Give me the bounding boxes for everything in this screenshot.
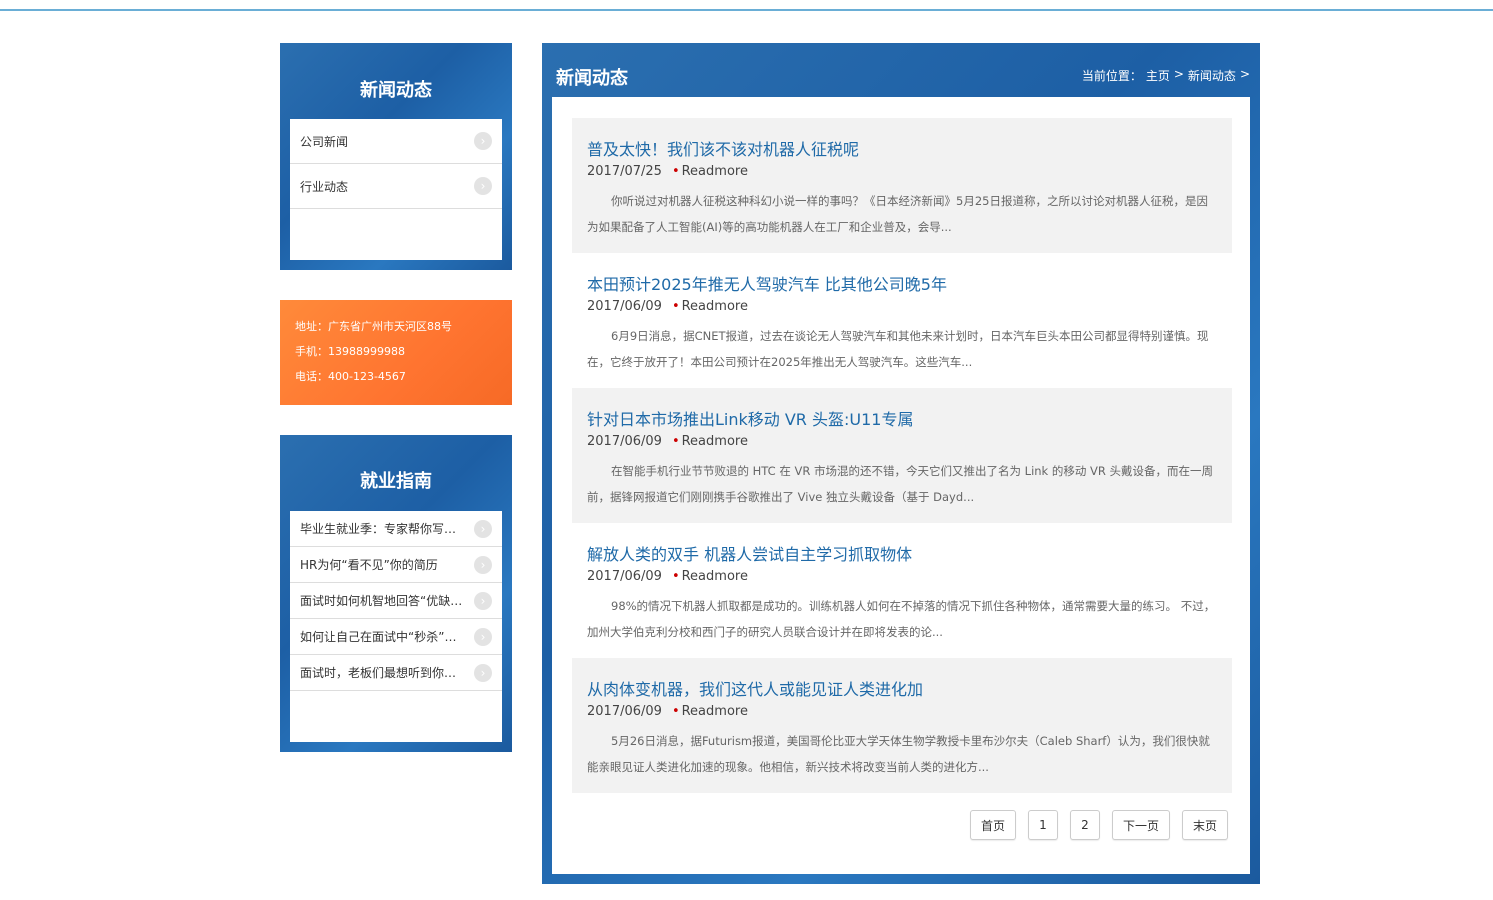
sidebar-item-label: 面试时，老板们最想听到你问什么 — [300, 666, 468, 680]
chevron-right-icon: › — [474, 555, 492, 574]
sidebar-jobs-list: 毕业生就业季：专家帮你写求职信 › HR为何“看不见”你的简历 › 面试时如何机… — [290, 511, 502, 742]
list-item[interactable]: 针对日本市场推出Link移动 VR 头盔:U11专属 2017/06/09 Re… — [572, 388, 1232, 523]
sidebar-job-item[interactable]: 如何让自己在面试中“秒杀”对手 › — [290, 619, 502, 655]
readmore-link[interactable]: Readmore — [672, 299, 748, 314]
breadcrumb-separator: > — [1239, 67, 1250, 81]
readmore-link[interactable]: Readmore — [672, 569, 748, 584]
contact-address: 地址：广东省广州市天河区88号 — [295, 320, 452, 333]
sidebar-item-label: HR为何“看不见”你的简历 — [300, 558, 438, 572]
contact-mobile: 手机：13988999988 — [295, 345, 405, 358]
sidebar-item-label: 公司新闻 — [300, 134, 349, 149]
article-meta: 2017/06/09 Readmore — [587, 299, 748, 314]
page-title: 新闻动态 — [556, 68, 628, 89]
sidebar-jobs-title: 就业指南 — [360, 471, 432, 492]
sidebar-jobs-panel: 就业指南 毕业生就业季：专家帮你写求职信 › HR为何“看不见”你的简历 › 面… — [280, 435, 512, 752]
article-summary: 你听说过对机器人征税这种科幻小说一样的事吗？《日本经济新闻》5月25日报道称，之… — [587, 194, 1208, 234]
article-title-link[interactable]: 解放人类的双手 机器人尝试自主学习抓取物体 — [587, 541, 912, 565]
contact-phone: 电话：400-123-4567 — [295, 370, 406, 383]
readmore-link[interactable]: Readmore — [672, 164, 748, 179]
sidebar-job-item[interactable]: 面试时，老板们最想听到你问什么 › — [290, 655, 502, 691]
sidebar-job-item[interactable]: 毕业生就业季：专家帮你写求职信 › — [290, 511, 502, 547]
pagination: 首页 1 2 下一页 末页 — [969, 810, 1228, 840]
article-list: 普及太快！我们该不该对机器人征税呢 2017/07/25 Readmore 你听… — [552, 97, 1250, 874]
article-title-link[interactable]: 本田预计2025年推无人驾驶汽车 比其他公司晚5年 — [587, 271, 947, 295]
article-date: 2017/06/09 — [587, 299, 662, 314]
page-2-button[interactable]: 2 — [1069, 810, 1100, 840]
chevron-right-icon: › — [474, 132, 492, 150]
breadcrumb-home-link[interactable]: 主页 — [1146, 67, 1170, 84]
article-meta: 2017/07/25 Readmore — [587, 164, 748, 179]
article-meta: 2017/06/09 Readmore — [587, 434, 748, 449]
next-page-button[interactable]: 下一页 — [1111, 810, 1170, 840]
sidebar-item-label: 行业动态 — [300, 179, 349, 194]
article-date: 2017/07/25 — [587, 164, 662, 179]
readmore-link[interactable]: Readmore — [672, 704, 748, 719]
article-summary: 98%的情况下机器人抓取都是成功的。训练机器人如何在不掉落的情况下抓住各种物体，… — [587, 599, 1216, 639]
top-divider — [0, 9, 1493, 11]
chevron-right-icon: › — [474, 591, 492, 610]
article-title-link[interactable]: 从肉体变机器，我们这代人或能见证人类进化加 — [587, 676, 923, 700]
article-summary: 6月9日消息，据CNET报道，过去在谈论无人驾驶汽车和其他未来计划时，日本汽车巨… — [587, 329, 1209, 369]
article-date: 2017/06/09 — [587, 704, 662, 719]
sidebar-job-item[interactable]: HR为何“看不见”你的简历 › — [290, 547, 502, 583]
sidebar-item-industry-news[interactable]: 行业动态 › — [290, 164, 502, 209]
article-summary: 在智能手机行业节节败退的 HTC 在 VR 市场混的还不错，今天它们又推出了名为… — [587, 464, 1214, 504]
sidebar-news-title: 新闻动态 — [360, 80, 432, 101]
contact-panel: 地址：广东省广州市天河区88号 手机：13988999988 电话：400-12… — [280, 300, 512, 405]
list-item[interactable]: 从肉体变机器，我们这代人或能见证人类进化加 2017/06/09 Readmor… — [572, 658, 1232, 793]
article-meta: 2017/06/09 Readmore — [587, 704, 748, 719]
list-item[interactable]: 普及太快！我们该不该对机器人征税呢 2017/07/25 Readmore 你听… — [572, 118, 1232, 253]
chevron-right-icon: › — [474, 663, 492, 682]
article-title-link[interactable]: 针对日本市场推出Link移动 VR 头盔:U11专属 — [587, 406, 913, 430]
article-date: 2017/06/09 — [587, 569, 662, 584]
list-item[interactable]: 解放人类的双手 机器人尝试自主学习抓取物体 2017/06/09 Readmor… — [572, 523, 1232, 658]
sidebar-item-label: 毕业生就业季：专家帮你写求职信 — [300, 522, 468, 536]
chevron-right-icon: › — [474, 519, 492, 538]
sidebar-item-label: 如何让自己在面试中“秒杀”对手 — [300, 630, 468, 644]
sidebar-news-list: 公司新闻 › 行业动态 › — [290, 119, 502, 260]
main-panel: 新闻动态 当前位置： 主页 > 新闻动态 > 普及太快！我们该不该对机器人征税呢… — [542, 43, 1260, 884]
sidebar-item-label: 面试时如何机智地回答“优缺点” — [300, 594, 468, 608]
last-page-button[interactable]: 末页 — [1181, 810, 1228, 840]
breadcrumb: 当前位置： 主页 > 新闻动态 > — [1082, 67, 1250, 84]
article-title-link[interactable]: 普及太快！我们该不该对机器人征税呢 — [587, 136, 859, 160]
chevron-right-icon: › — [474, 627, 492, 646]
sidebar-job-item[interactable]: 面试时如何机智地回答“优缺点” › — [290, 583, 502, 619]
breadcrumb-prefix: 当前位置： — [1081, 69, 1142, 83]
chevron-right-icon: › — [474, 177, 492, 195]
first-page-button[interactable]: 首页 — [969, 810, 1016, 840]
article-meta: 2017/06/09 Readmore — [587, 569, 748, 584]
breadcrumb-separator: > — [1173, 67, 1184, 81]
sidebar-news-panel: 新闻动态 公司新闻 › 行业动态 › — [280, 43, 512, 270]
readmore-link[interactable]: Readmore — [672, 434, 748, 449]
breadcrumb-current-link[interactable]: 新闻动态 — [1188, 67, 1236, 84]
page-1-button[interactable]: 1 — [1027, 810, 1058, 840]
article-summary: 5月26日消息，据Futurism报道，美国哥伦比亚大学天体生物学教授卡里布沙尔… — [587, 734, 1210, 774]
list-item[interactable]: 本田预计2025年推无人驾驶汽车 比其他公司晚5年 2017/06/09 Rea… — [572, 253, 1232, 388]
sidebar-item-company-news[interactable]: 公司新闻 › — [290, 119, 502, 164]
article-date: 2017/06/09 — [587, 434, 662, 449]
